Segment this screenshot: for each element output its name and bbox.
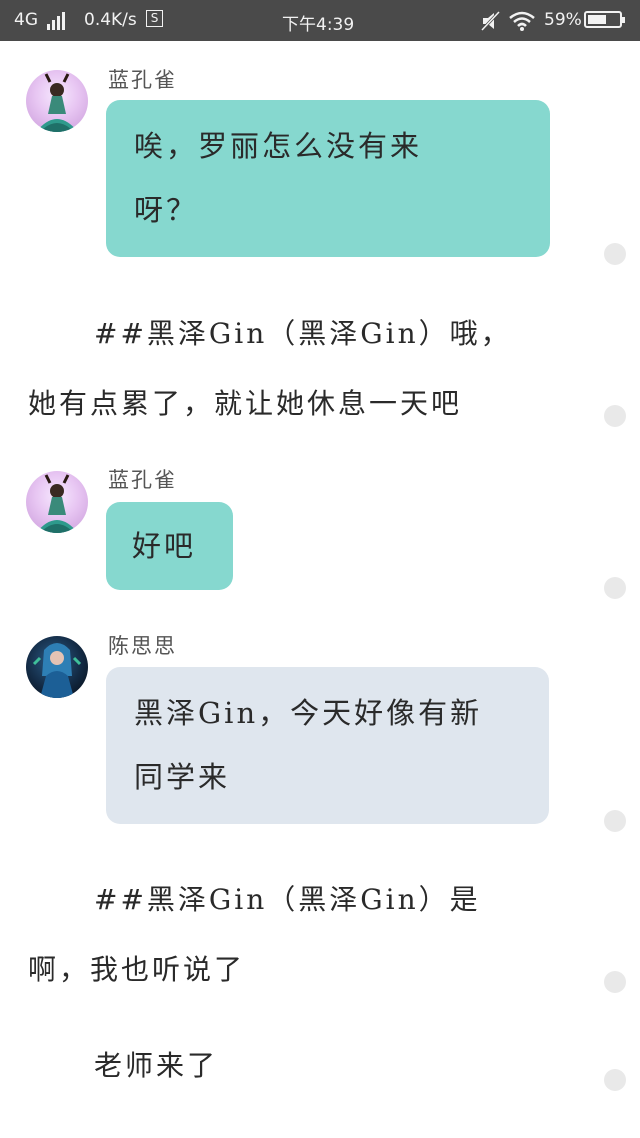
battery-fill: [588, 15, 606, 24]
message-line: 好吧: [132, 529, 197, 563]
battery-percent: 59%: [544, 10, 582, 30]
avatar[interactable]: [26, 70, 88, 132]
network-type: 4G: [14, 10, 38, 30]
narration-line: 她有点累了，就让她休息一天吧: [28, 387, 463, 420]
read-status-dot: [604, 971, 626, 993]
narration-line: ##黑泽Gin（黑泽Gin）是: [94, 883, 481, 916]
network-speed: 0.4K/s: [84, 10, 137, 30]
avatar-figure-icon: [36, 474, 78, 533]
narration-line: 老师来了: [94, 1049, 219, 1082]
message-bubble[interactable]: 唉，罗丽怎么没有来 呀？: [106, 100, 550, 257]
read-status-dot: [604, 405, 626, 427]
sender-name: 蓝孔雀: [108, 68, 177, 92]
sender-name: 陈思思: [108, 634, 177, 658]
read-status-dot: [604, 243, 626, 265]
avatar[interactable]: [26, 636, 88, 698]
read-status-dot: [604, 577, 626, 599]
status-bar: 4G 0.4K/s S 下午4:39 59%: [0, 0, 640, 41]
narration-line: ##黑泽Gin（黑泽Gin）哦，: [94, 317, 512, 350]
sender-name: 蓝孔雀: [108, 468, 177, 492]
message-bubble[interactable]: 黑泽Gin，今天好像有新 同学来: [106, 667, 549, 824]
message-line: 黑泽Gin，今天好像有新: [134, 696, 483, 730]
message-line: 呀？: [134, 193, 199, 227]
avatar-figure-icon: [32, 643, 82, 698]
battery-icon: [584, 11, 625, 28]
wifi-icon: [509, 11, 535, 31]
avatar[interactable]: [26, 471, 88, 533]
message-bubble[interactable]: 好吧: [106, 502, 233, 590]
message-line: 同学来: [134, 760, 231, 794]
mute-icon: [480, 10, 500, 32]
signal-icon: [47, 10, 67, 30]
clock: 下午4:39: [282, 15, 355, 35]
read-status-dot: [604, 1069, 626, 1091]
narration-line: 啊，我也听说了: [28, 953, 246, 986]
avatar-figure-icon: [36, 73, 78, 132]
sim-icon: S: [146, 9, 163, 27]
message-line: 唉，罗丽怎么没有来: [134, 129, 423, 163]
read-status-dot: [604, 810, 626, 832]
